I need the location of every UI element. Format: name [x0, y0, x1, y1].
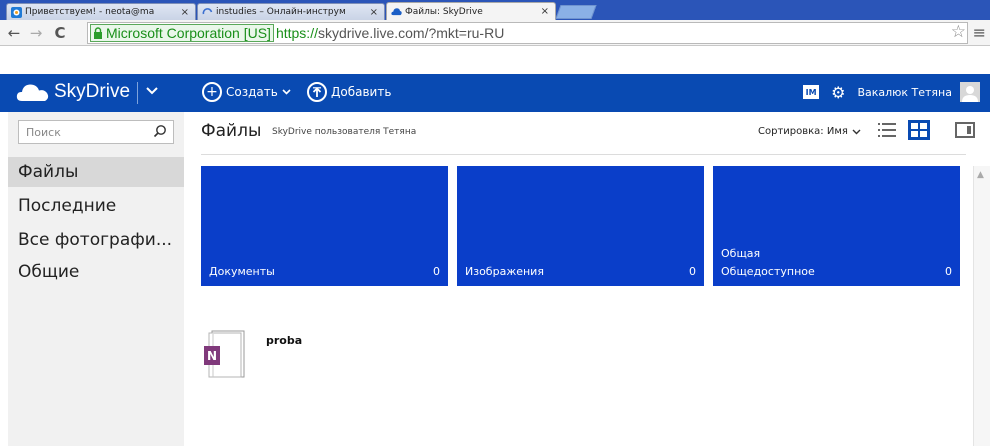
new-tab-button[interactable] — [555, 5, 597, 19]
folder-name: Изображения — [465, 265, 544, 278]
bookmark-star-icon[interactable]: ☆ — [951, 22, 966, 42]
browser-menu-icon[interactable]: ≡ — [973, 23, 986, 42]
folder-name: Общедоступное — [721, 265, 815, 278]
upload-arrow-icon — [307, 82, 327, 102]
ev-organization: Microsoft Corporation [US] — [106, 25, 271, 41]
folder-tile-images[interactable]: Изображения 0 — [457, 166, 704, 286]
tab-title: Файлы: SkyDrive — [405, 6, 483, 17]
create-button[interactable]: + Создать — [202, 82, 291, 102]
tab-title: instudies – Онлайн-инструм — [216, 7, 346, 17]
back-arrow-icon[interactable]: ← — [4, 23, 24, 43]
lock-icon — [94, 27, 102, 39]
reload-icon[interactable]: C — [50, 23, 70, 43]
avatar[interactable] — [960, 82, 980, 102]
folder-count: 0 — [689, 265, 696, 278]
tab-close-icon[interactable]: × — [541, 6, 549, 17]
tab-title: Приветствуем! - neota@ma — [25, 7, 155, 17]
skydrive-cloud-icon — [391, 6, 402, 17]
browser-toolbar: ← → C Microsoft Corporation [US] https:/… — [0, 20, 990, 46]
ev-certificate-badge[interactable]: Microsoft Corporation [US] — [90, 24, 274, 42]
chevron-down-icon — [852, 129, 861, 134]
sidebar-item-files[interactable]: Файлы — [8, 157, 184, 187]
upload-label: Добавить — [331, 85, 392, 99]
onenote-badge: N — [207, 349, 217, 363]
search-icon[interactable] — [153, 124, 167, 138]
sidebar: Поиск Файлы Последние Все фотографи... О… — [8, 112, 184, 446]
address-bar[interactable]: Microsoft Corporation [US] https:// skyd… — [87, 22, 968, 44]
page-subtitle: SkyDrive пользователя Тетяна — [272, 127, 417, 137]
file-name[interactable]: proba — [266, 334, 302, 347]
upload-button[interactable]: Добавить — [307, 82, 391, 102]
onenote-notebook-icon: N — [204, 330, 245, 378]
forward-arrow-icon[interactable]: → — [26, 23, 46, 43]
plus-circle-icon: + — [202, 82, 222, 102]
brand-name: SkyDrive — [54, 81, 131, 102]
folder-tile-public[interactable]: Общая Общедоступное 0 — [713, 166, 960, 286]
browser-tab-skydrive[interactable]: Файлы: SkyDrive × — [386, 2, 556, 20]
content-divider — [201, 154, 966, 155]
url-path: skydrive.live.com/?mkt=ru-RU — [317, 25, 505, 41]
messenger-icon[interactable]: IM — [803, 85, 820, 99]
folder-name: Документы — [209, 265, 275, 278]
sidebar-item-recent[interactable]: Последние — [8, 191, 184, 221]
folder-count: 0 — [945, 265, 952, 278]
folder-name-line1: Общая — [721, 247, 761, 260]
folder-tile-documents[interactable]: Документы 0 — [201, 166, 448, 286]
thumbnail-view-icon[interactable] — [908, 120, 930, 140]
mail-icon — [11, 6, 22, 18]
user-name[interactable]: Вакалюк Тетяна — [857, 86, 952, 99]
list-view-icon[interactable] — [878, 121, 896, 139]
details-pane-icon[interactable] — [955, 122, 975, 138]
search-placeholder: Поиск — [26, 125, 61, 139]
cloud-icon — [16, 84, 49, 101]
file-item-proba[interactable]: N — [204, 330, 246, 382]
url-scheme: https:// — [275, 25, 318, 41]
sort-dropdown[interactable]: Сортировка: Имя — [758, 126, 861, 137]
sidebar-item-photos[interactable]: Все фотографи... — [8, 225, 184, 255]
chevron-down-icon — [282, 87, 291, 98]
gear-icon[interactable]: ⚙ — [831, 83, 845, 102]
page-title: Файлы — [201, 121, 262, 141]
tab-close-icon[interactable]: × — [181, 7, 189, 18]
header-divider — [137, 82, 138, 104]
loading-spinner-icon — [202, 7, 213, 18]
skydrive-logo[interactable]: SkyDrive — [16, 81, 130, 103]
search-input[interactable]: Поиск — [18, 120, 174, 144]
scroll-up-arrow-icon[interactable]: ▲ — [977, 170, 984, 180]
header-user-area: IM ⚙ Вакалюк Тетяна — [803, 82, 980, 102]
browser-tab-mail[interactable]: Приветствуем! - neota@ma × — [6, 3, 196, 20]
sort-label: Сортировка: Имя — [758, 126, 848, 137]
browser-tab-instudies[interactable]: instudies – Онлайн-инструм × — [197, 3, 385, 20]
browser-tab-strip: Приветствуем! - neota@ma × instudies – О… — [0, 0, 990, 20]
sidebar-item-shared[interactable]: Общие — [8, 257, 184, 287]
create-label: Создать — [226, 85, 278, 99]
content-scrollbar[interactable]: ▲ — [973, 166, 990, 446]
folder-count: 0 — [433, 265, 440, 278]
tab-close-icon[interactable]: × — [370, 7, 378, 18]
app-switcher-chevron-icon[interactable] — [146, 84, 158, 99]
skydrive-header: SkyDrive + Создать Добавить IM ⚙ Вакалюк… — [0, 74, 990, 112]
